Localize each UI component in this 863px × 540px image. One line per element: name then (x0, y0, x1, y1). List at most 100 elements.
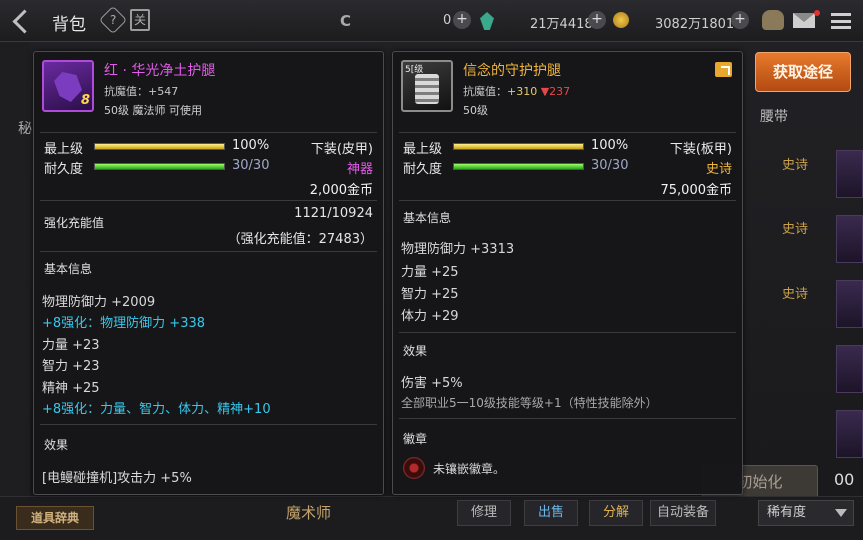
page-title: 背包 (52, 15, 86, 35)
item-name: 信念的守护护腿 (463, 63, 561, 79)
item-slot[interactable] (836, 410, 863, 458)
item-tooltip-equipped: 8 红 · 华光净土护腿 抗魔值：+547 50级 魔法师 可使用 最上级 10… (33, 51, 384, 495)
item-slot[interactable] (836, 215, 863, 263)
notification-dot (814, 10, 820, 16)
level-percent: 100% (591, 138, 629, 153)
effect-line: 全部职业5一10级技能等级+1（特性技能除外） (401, 396, 658, 410)
enhance-stat-line: +8强化：物理防御力 +338 (42, 316, 206, 331)
menu-icon[interactable] (831, 13, 851, 29)
divider (40, 200, 377, 201)
emblem-status: 未镶嵌徽章。 (433, 462, 506, 476)
repair-button[interactable]: 修理 (457, 500, 511, 526)
armor-leggings-icon (415, 74, 439, 104)
add-points-button[interactable]: + (453, 11, 471, 29)
magic-resist: 抗魔值：+547 (104, 85, 179, 98)
magic-resist: 抗魔值：+310 ▼237 (463, 83, 570, 99)
sort-value: 稀有度 (767, 505, 807, 520)
effect-title: 效果 (44, 438, 69, 452)
durability-bar (453, 163, 584, 170)
divider (40, 132, 377, 133)
effect-title: 效果 (403, 344, 428, 358)
item-grade: 史诗 (705, 162, 732, 177)
chevron-down-icon (835, 509, 847, 517)
enhance-level-badge: 8 (80, 93, 90, 108)
add-gold-button[interactable]: + (731, 11, 749, 29)
bag-icon[interactable] (762, 10, 784, 30)
requirement: 50级 (463, 104, 488, 117)
back-arrow-icon[interactable] (10, 8, 36, 34)
stat-line: 物理防御力 +3313 (401, 242, 515, 257)
item-name: 红 · 华光净土护腿 (104, 63, 216, 79)
stat-line: 精神 +25 (42, 381, 100, 396)
currency-c-icon: C (340, 12, 352, 30)
help-icon[interactable]: ? (98, 5, 128, 35)
item-slot[interactable] (836, 345, 863, 393)
bottom-bar (0, 496, 863, 540)
item-slot[interactable] (836, 280, 863, 328)
effect-line: [电鳗碰撞机]攻击力 +5% (42, 471, 192, 486)
item-icon: 5[级 (401, 60, 453, 112)
get-route-button[interactable]: 获取途径 (755, 52, 851, 92)
auto-equip-button[interactable]: 自动装备 (650, 500, 716, 526)
left-sidebar (0, 42, 30, 540)
item-tooltip-compare: 5[级 信念的守护护腿 抗魔值：+310 ▼237 50级 最上级 100% 下… (392, 51, 743, 495)
divider (40, 424, 377, 425)
magic-resist-value: +310 (507, 85, 538, 98)
charge-value: 1121/10924 (294, 206, 373, 221)
item-type: 下装(皮甲) (310, 142, 373, 157)
add-bound-gold-button[interactable]: + (588, 11, 606, 29)
durability-label: 耐久度 (44, 162, 84, 177)
count-fragment: 00 (834, 470, 855, 489)
epic-tag: 史诗 (782, 287, 809, 302)
level-bar-fill (454, 144, 583, 149)
durability-bar-fill (95, 164, 224, 169)
item-price: 2,000金币 (309, 183, 373, 198)
share-icon[interactable] (715, 62, 732, 77)
mail-icon[interactable] (793, 13, 815, 28)
basic-info-title: 基本信息 (44, 262, 93, 276)
divider (40, 251, 377, 252)
decompose-button[interactable]: 分解 (589, 500, 643, 526)
item-slot[interactable] (836, 150, 863, 198)
emblem-title: 徽章 (403, 432, 428, 446)
divider (399, 200, 736, 201)
requirement: 50级 魔法师 可使用 (104, 104, 202, 117)
job-filter-label[interactable]: 魔术师 (286, 502, 331, 523)
points-value: 0 (443, 13, 452, 28)
tab-belt[interactable]: 腰带 (760, 106, 788, 126)
leggings-icon (54, 72, 82, 102)
bound-gold-value: 21万4418 (530, 17, 593, 32)
basic-info-title: 基本信息 (403, 211, 452, 225)
charge-label: 强化充能值 (44, 216, 105, 230)
divider (399, 418, 736, 419)
book-icon[interactable]: 关 (130, 9, 150, 31)
item-price: 75,000金币 (660, 183, 733, 198)
help-glyph: ? (109, 13, 117, 27)
enhance-stat-line: +8强化：力量、智力、体力、精神+10 (42, 402, 271, 417)
effect-line: 伤害 +5% (401, 376, 463, 391)
top-bar: 背包 ? 关 C 0 + 21万4418 + 3082万1801 + (0, 0, 863, 42)
emblem-slot-icon (403, 457, 425, 479)
sort-select[interactable]: 稀有度 (758, 500, 854, 526)
epic-tag: 史诗 (782, 222, 809, 237)
item-grade: 神器 (346, 162, 373, 177)
durability-value: 30/30 (591, 158, 629, 173)
level-bar (453, 143, 584, 150)
level-label: 最上级 (44, 142, 84, 157)
level-label: 最上级 (403, 142, 443, 157)
durability-bar-fill (454, 164, 583, 169)
item-icon: 8 (42, 60, 94, 112)
left-tab-fragment[interactable]: 秘 (18, 118, 32, 138)
item-dictionary-button[interactable]: 道具辞典 (16, 506, 94, 530)
level-bar (94, 143, 225, 150)
level-percent: 100% (232, 138, 270, 153)
stat-line: 智力 +23 (42, 359, 100, 374)
stat-line: 智力 +25 (401, 287, 459, 302)
magic-resist-prefix: 抗魔值： (463, 85, 507, 98)
stat-line: 体力 +29 (401, 309, 459, 324)
stat-line: 力量 +25 (401, 265, 459, 280)
gold-value: 3082万1801 (655, 17, 735, 32)
gem-icon (480, 12, 494, 30)
sell-button[interactable]: 出售 (524, 500, 578, 526)
epic-tag: 史诗 (782, 158, 809, 173)
